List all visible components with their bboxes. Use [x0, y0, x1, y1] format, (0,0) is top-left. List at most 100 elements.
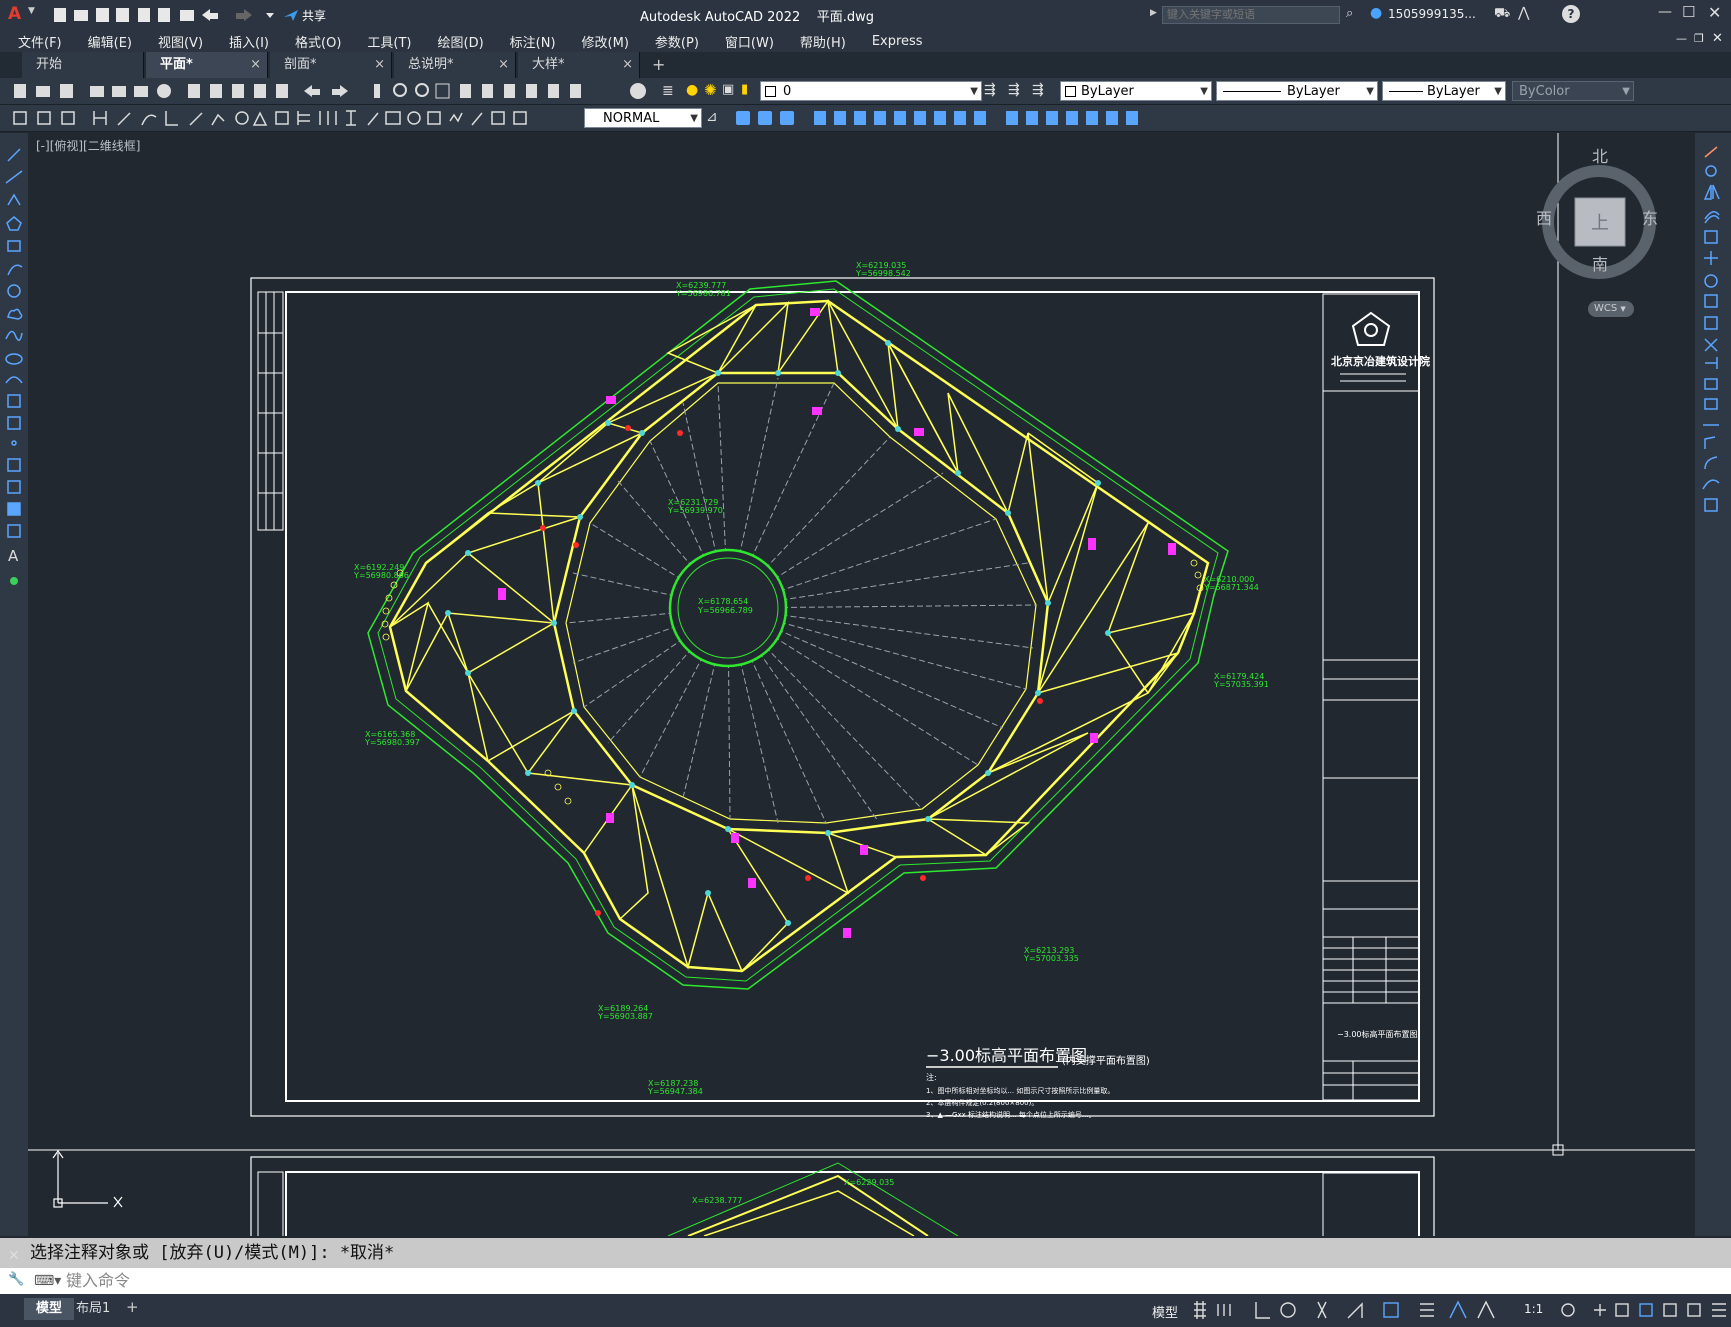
inspect-icon[interactable] [427, 111, 441, 125]
menu-edit[interactable]: 编辑(E) [88, 32, 132, 51]
dim-update-icon[interactable] [513, 111, 527, 125]
diameter-dim-icon[interactable] [235, 111, 249, 125]
join-icon[interactable] [1066, 111, 1078, 125]
array-icon[interactable] [1026, 111, 1038, 125]
menu-tools[interactable]: 工具(T) [367, 32, 411, 51]
compass-east[interactable]: 东 [1642, 205, 1658, 229]
linetype-dropdown[interactable]: ByLayer ▼ [1216, 81, 1378, 101]
baseline-dim-icon[interactable] [297, 111, 310, 125]
search-input[interactable] [1162, 6, 1340, 24]
draworder-back-icon[interactable] [758, 111, 772, 125]
layer-dropdown[interactable]: 0 ▼ [760, 81, 982, 101]
user-icon[interactable]: ● [1370, 5, 1382, 21]
scale-icon[interactable] [1704, 294, 1718, 308]
space-dim-icon[interactable] [346, 110, 356, 126]
osnap-track-icon[interactable] [1347, 1302, 1363, 1319]
move-icon[interactable] [1704, 251, 1718, 265]
redo-icon[interactable] [332, 85, 348, 97]
jogged-linear-icon[interactable] [449, 112, 463, 123]
rectangle-icon[interactable] [7, 240, 21, 252]
clean-screen-icon[interactable] [1687, 1303, 1701, 1317]
add-icon[interactable] [1594, 1304, 1606, 1316]
user-name[interactable]: 1505999135... [1388, 7, 1476, 21]
quick-dim-icon[interactable] [275, 111, 289, 125]
properties-icon[interactable] [460, 84, 471, 98]
wcs-menu-button[interactable]: WCS ▼ [1588, 301, 1634, 317]
copy-obj-icon[interactable] [834, 111, 846, 125]
break-dim-icon[interactable] [367, 112, 379, 126]
dim-text-edit-icon[interactable] [491, 111, 505, 125]
tolerance-icon[interactable] [385, 111, 401, 125]
revision-cloud-icon[interactable] [7, 308, 23, 320]
break-at-point-icon[interactable] [1704, 378, 1718, 390]
tab-detail[interactable]: 大样* × [518, 52, 640, 78]
menu-express[interactable]: Express [872, 34, 923, 49]
doc-minimize-icon[interactable]: — [1676, 32, 1687, 45]
color-dropdown[interactable]: ByLayer ▼ [1060, 81, 1212, 101]
move-icon[interactable] [814, 111, 826, 125]
command-line-settings-icon[interactable]: 🔧 [8, 1272, 24, 1287]
menu-dimension[interactable]: 标注(N) [510, 32, 556, 51]
save-web-icon[interactable] [158, 8, 170, 22]
grid-icon[interactable] [1194, 1301, 1206, 1319]
hardware-accel-icon[interactable] [1639, 1303, 1653, 1317]
fillet-icon[interactable] [1704, 456, 1718, 470]
paste-icon[interactable] [232, 84, 244, 98]
layer-on-icon[interactable]: ● [686, 82, 698, 98]
tab-plan[interactable]: 平面* × [146, 52, 268, 78]
mirror-icon[interactable] [1703, 184, 1720, 200]
snap-icon[interactable] [1217, 1304, 1231, 1316]
menu-insert[interactable]: 插入(I) [229, 32, 269, 51]
gradient-icon[interactable] [7, 480, 21, 494]
osnap-icon[interactable] [1383, 1302, 1399, 1318]
annotation-visibility-icon[interactable] [1449, 1300, 1467, 1319]
array-icon[interactable] [1704, 230, 1718, 244]
new-file-icon[interactable] [54, 8, 66, 22]
save-icon[interactable] [60, 84, 73, 98]
layer-lock-icon[interactable]: ▮ [741, 82, 748, 97]
cart-icon[interactable]: ⛟ [1494, 6, 1510, 23]
undo-icon[interactable] [202, 9, 218, 21]
copy-icon[interactable] [210, 84, 222, 98]
angular-dim-icon[interactable] [252, 111, 268, 126]
chamfer-icon[interactable] [1704, 436, 1716, 449]
jogged-dim-icon[interactable] [211, 113, 225, 126]
offset-icon[interactable] [1704, 211, 1720, 224]
break-icon[interactable] [1704, 398, 1718, 410]
hatch-icon[interactable] [7, 458, 21, 472]
erase-icon[interactable] [1704, 146, 1718, 158]
mirror-icon[interactable] [914, 111, 926, 125]
minimize-icon[interactable]: — [1658, 4, 1672, 20]
publish-3d-icon[interactable] [157, 84, 171, 98]
annotation-autoscale-icon[interactable] [1477, 1300, 1495, 1319]
tool-palettes-icon[interactable] [504, 84, 515, 98]
line-icon[interactable] [7, 148, 21, 162]
lineweight-dropdown[interactable]: ByLayer ▼ [1382, 81, 1506, 101]
quickcalc-icon[interactable] [570, 84, 581, 98]
redo-icon[interactable] [236, 9, 252, 21]
break-icon[interactable] [1046, 111, 1058, 125]
copy-icon[interactable] [1705, 165, 1717, 177]
menu-window[interactable]: 窗口(W) [725, 32, 774, 51]
menu-help[interactable]: 帮助(H) [800, 32, 846, 51]
radius-dim-icon[interactable] [189, 112, 203, 126]
tab-close-icon[interactable]: × [250, 52, 261, 78]
plot-preview-icon[interactable] [112, 86, 126, 97]
linear-dim-icon[interactable] [93, 111, 107, 125]
maximize-icon[interactable]: ☐ [1682, 3, 1695, 21]
lineweight-icon[interactable] [1420, 1303, 1434, 1317]
print-icon[interactable] [90, 86, 104, 97]
center-mark-icon[interactable] [407, 111, 421, 125]
save-as-icon[interactable] [116, 8, 129, 22]
arc-icon[interactable] [7, 264, 23, 276]
autodesk-app-icon[interactable]: ⋀ [1518, 5, 1529, 21]
cut-icon[interactable] [188, 84, 200, 98]
spline-icon[interactable] [5, 330, 23, 341]
draworder-above-icon[interactable] [780, 111, 794, 125]
zoom-window-icon[interactable] [415, 83, 429, 97]
layer-viewport-icon[interactable]: ▣ [722, 82, 734, 97]
insert-block-icon[interactable] [7, 394, 21, 408]
make-block-icon[interactable] [1126, 111, 1138, 125]
zoom-previous-icon[interactable] [435, 83, 450, 99]
add-selected-icon[interactable] [10, 577, 18, 585]
